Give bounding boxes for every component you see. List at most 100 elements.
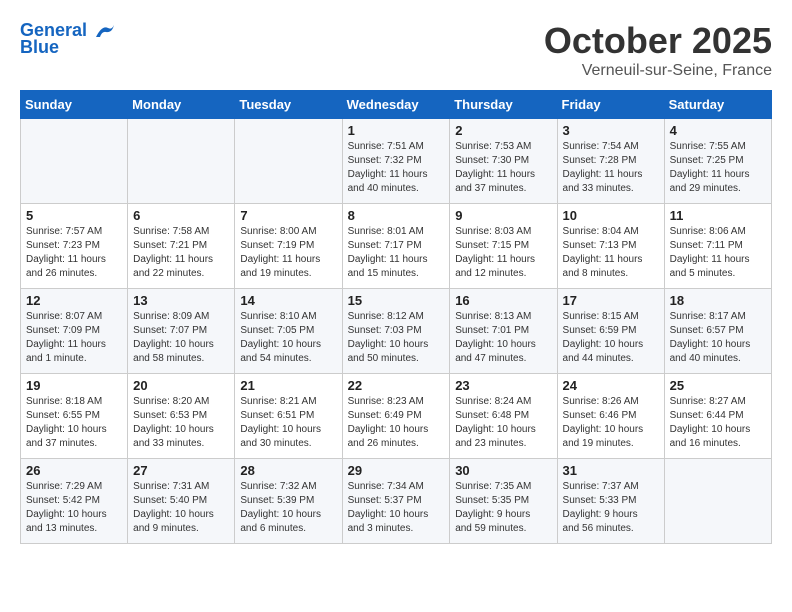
day-info: Sunrise: 8:09 AMSunset: 7:07 PMDaylight:…	[133, 310, 229, 366]
day-cell: 3 Sunrise: 7:54 AMSunset: 7:28 PMDaylight…	[557, 119, 664, 204]
day-cell: 1 Sunrise: 7:51 AMSunset: 7:32 PMDaylight…	[342, 119, 450, 204]
day-cell: 8 Sunrise: 8:01 AMSunset: 7:17 PMDaylight…	[342, 204, 450, 289]
day-info: Sunrise: 8:27 AMSunset: 6:44 PMDaylight:…	[670, 395, 766, 451]
day-cell	[664, 459, 771, 544]
day-info: Sunrise: 7:37 AMSunset: 5:33 PMDaylight:…	[563, 480, 659, 536]
day-number: 19	[26, 378, 122, 393]
day-cell: 12 Sunrise: 8:07 AMSunset: 7:09 PMDayligh…	[21, 289, 128, 374]
weekday-header-wednesday: Wednesday	[342, 91, 450, 119]
day-number: 8	[348, 208, 445, 223]
day-number: 23	[455, 378, 551, 393]
day-info: Sunrise: 7:54 AMSunset: 7:28 PMDaylight:…	[563, 140, 659, 196]
day-info: Sunrise: 7:29 AMSunset: 5:42 PMDaylight:…	[26, 480, 122, 536]
day-number: 20	[133, 378, 229, 393]
day-info: Sunrise: 7:32 AMSunset: 5:39 PMDaylight:…	[240, 480, 336, 536]
day-cell: 20 Sunrise: 8:20 AMSunset: 6:53 PMDayligh…	[128, 374, 235, 459]
day-cell: 5 Sunrise: 7:57 AMSunset: 7:23 PMDaylight…	[21, 204, 128, 289]
day-cell: 29 Sunrise: 7:34 AMSunset: 5:37 PMDayligh…	[342, 459, 450, 544]
day-number: 1	[348, 123, 445, 138]
day-info: Sunrise: 8:23 AMSunset: 6:49 PMDaylight:…	[348, 395, 445, 451]
day-number: 17	[563, 293, 659, 308]
day-info: Sunrise: 8:15 AMSunset: 6:59 PMDaylight:…	[563, 310, 659, 366]
day-number: 21	[240, 378, 336, 393]
day-info: Sunrise: 7:55 AMSunset: 7:25 PMDaylight:…	[670, 140, 766, 196]
day-info: Sunrise: 8:21 AMSunset: 6:51 PMDaylight:…	[240, 395, 336, 451]
day-number: 24	[563, 378, 659, 393]
day-info: Sunrise: 8:18 AMSunset: 6:55 PMDaylight:…	[26, 395, 122, 451]
day-info: Sunrise: 8:07 AMSunset: 7:09 PMDaylight:…	[26, 310, 122, 366]
logo: General Blue	[20, 20, 118, 58]
day-cell	[235, 119, 342, 204]
month-title: October 2025	[544, 20, 772, 62]
day-number: 30	[455, 463, 551, 478]
day-cell: 28 Sunrise: 7:32 AMSunset: 5:39 PMDayligh…	[235, 459, 342, 544]
day-info: Sunrise: 8:26 AMSunset: 6:46 PMDaylight:…	[563, 395, 659, 451]
day-info: Sunrise: 8:04 AMSunset: 7:13 PMDaylight:…	[563, 225, 659, 281]
day-number: 14	[240, 293, 336, 308]
day-cell: 15Sunrise: 8:12 AMSunset: 7:03 PMDayligh…	[342, 289, 450, 374]
day-cell: 14 Sunrise: 8:10 AMSunset: 7:05 PMDayligh…	[235, 289, 342, 374]
day-info: Sunrise: 7:34 AMSunset: 5:37 PMDaylight:…	[348, 480, 445, 536]
weekday-header-saturday: Saturday	[664, 91, 771, 119]
day-number: 2	[455, 123, 551, 138]
day-info: Sunrise: 8:17 AMSunset: 6:57 PMDaylight:…	[670, 310, 766, 366]
weekday-header-thursday: Thursday	[450, 91, 557, 119]
day-info: Sunrise: 7:51 AMSunset: 7:32 PMDaylight:…	[348, 140, 445, 196]
day-number: 18	[670, 293, 766, 308]
calendar-table: SundayMondayTuesdayWednesdayThursdayFrid…	[20, 90, 772, 544]
logo-bird-icon	[94, 23, 116, 39]
day-number: 31	[563, 463, 659, 478]
title-block: October 2025 Verneuil-sur-Seine, France	[544, 20, 772, 80]
day-info: Sunrise: 8:13 AMSunset: 7:01 PMDaylight:…	[455, 310, 551, 366]
day-info: Sunrise: 8:03 AMSunset: 7:15 PMDaylight:…	[455, 225, 551, 281]
day-number: 10	[563, 208, 659, 223]
day-number: 28	[240, 463, 336, 478]
day-cell: 4 Sunrise: 7:55 AMSunset: 7:25 PMDaylight…	[664, 119, 771, 204]
weekday-header-tuesday: Tuesday	[235, 91, 342, 119]
day-info: Sunrise: 7:58 AMSunset: 7:21 PMDaylight:…	[133, 225, 229, 281]
day-cell: 22 Sunrise: 8:23 AMSunset: 6:49 PMDayligh…	[342, 374, 450, 459]
day-cell: 31 Sunrise: 7:37 AMSunset: 5:33 PMDayligh…	[557, 459, 664, 544]
day-number: 12	[26, 293, 122, 308]
day-cell	[21, 119, 128, 204]
day-number: 3	[563, 123, 659, 138]
day-number: 26	[26, 463, 122, 478]
day-number: 4	[670, 123, 766, 138]
day-info: Sunrise: 7:35 AMSunset: 5:35 PMDaylight:…	[455, 480, 551, 536]
day-info: Sunrise: 8:10 AMSunset: 7:05 PMDaylight:…	[240, 310, 336, 366]
day-cell: 18 Sunrise: 8:17 AMSunset: 6:57 PMDayligh…	[664, 289, 771, 374]
day-cell: 17 Sunrise: 8:15 AMSunset: 6:59 PMDayligh…	[557, 289, 664, 374]
day-cell: 13 Sunrise: 8:09 AMSunset: 7:07 PMDayligh…	[128, 289, 235, 374]
day-cell: 9 Sunrise: 8:03 AMSunset: 7:15 PMDaylight…	[450, 204, 557, 289]
location: Verneuil-sur-Seine, France	[544, 62, 772, 80]
day-info: Sunrise: 8:00 AMSunset: 7:19 PMDaylight:…	[240, 225, 336, 281]
page-header: General Blue October 2025 Verneuil-sur-S…	[20, 20, 772, 80]
day-number: 22	[348, 378, 445, 393]
day-info: Sunrise: 8:24 AMSunset: 6:48 PMDaylight:…	[455, 395, 551, 451]
weekday-header-monday: Monday	[128, 91, 235, 119]
day-cell: 10 Sunrise: 8:04 AMSunset: 7:13 PMDayligh…	[557, 204, 664, 289]
week-row-4: 19 Sunrise: 8:18 AMSunset: 6:55 PMDayligh…	[21, 374, 772, 459]
day-cell: 21 Sunrise: 8:21 AMSunset: 6:51 PMDayligh…	[235, 374, 342, 459]
day-cell: 23 Sunrise: 8:24 AMSunset: 6:48 PMDayligh…	[450, 374, 557, 459]
day-cell: 2Sunrise: 7:53 AMSunset: 7:30 PMDaylight…	[450, 119, 557, 204]
day-info: Sunrise: 8:01 AMSunset: 7:17 PMDaylight:…	[348, 225, 445, 281]
day-number: 11	[670, 208, 766, 223]
day-cell: 19 Sunrise: 8:18 AMSunset: 6:55 PMDayligh…	[21, 374, 128, 459]
day-cell: 24 Sunrise: 8:26 AMSunset: 6:46 PMDayligh…	[557, 374, 664, 459]
day-cell: 6 Sunrise: 7:58 AMSunset: 7:21 PMDaylight…	[128, 204, 235, 289]
day-cell	[128, 119, 235, 204]
day-cell: 25Sunrise: 8:27 AMSunset: 6:44 PMDayligh…	[664, 374, 771, 459]
day-number: 6	[133, 208, 229, 223]
day-info: Sunrise: 8:12 AMSunset: 7:03 PMDaylight:…	[348, 310, 445, 366]
week-row-5: 26 Sunrise: 7:29 AMSunset: 5:42 PMDayligh…	[21, 459, 772, 544]
day-info: Sunrise: 7:57 AMSunset: 7:23 PMDaylight:…	[26, 225, 122, 281]
day-number: 13	[133, 293, 229, 308]
day-number: 9	[455, 208, 551, 223]
day-cell: 16Sunrise: 8:13 AMSunset: 7:01 PMDayligh…	[450, 289, 557, 374]
day-number: 29	[348, 463, 445, 478]
day-info: Sunrise: 8:20 AMSunset: 6:53 PMDaylight:…	[133, 395, 229, 451]
day-number: 7	[240, 208, 336, 223]
day-info: Sunrise: 7:31 AMSunset: 5:40 PMDaylight:…	[133, 480, 229, 536]
day-number: 5	[26, 208, 122, 223]
